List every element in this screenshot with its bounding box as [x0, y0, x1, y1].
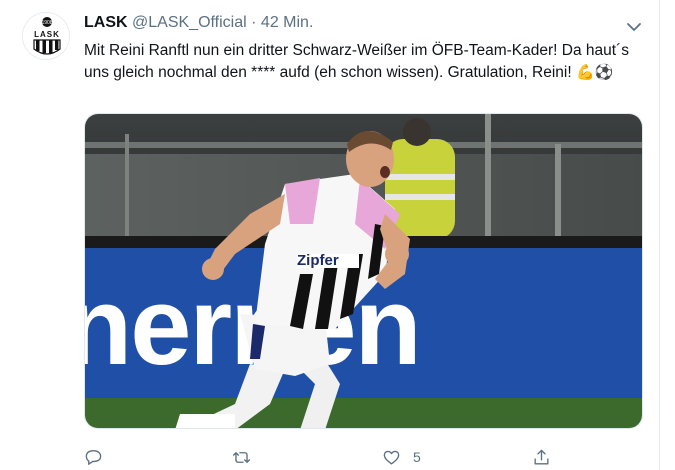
retweet-icon	[232, 451, 251, 463]
tweet-timestamp[interactable]: 42 Min.	[261, 14, 313, 31]
tweet-actions: 5	[84, 446, 554, 468]
author-name[interactable]: LASK	[84, 14, 128, 31]
chevron-down-icon	[627, 23, 641, 31]
svg-text:1908: 1908	[41, 20, 52, 26]
heart-icon	[383, 450, 400, 465]
avatar-logo-text: LASK	[34, 30, 60, 39]
reply-button[interactable]	[84, 446, 103, 468]
author-avatar[interactable]: 1908 LASK	[22, 12, 70, 60]
tweet-emojis: 💪⚽	[575, 63, 614, 81]
shirt-sponsor: Zipfer	[297, 252, 339, 269]
header-separator: ·	[251, 14, 257, 31]
share-icon	[534, 449, 549, 465]
soccer-player-photo: nernen	[85, 114, 642, 428]
tweet-body: Mit Reini Ranftl nun ein dritter Schwarz…	[84, 42, 629, 81]
retweet-button[interactable]	[232, 446, 251, 468]
tweet-card[interactable]: 1908 LASK LASK @LASK_Official · 42 Min. …	[0, 0, 660, 470]
lask-logo: 1908 LASK	[23, 13, 69, 59]
tweet-header: LASK @LASK_Official · 42 Min.	[84, 14, 639, 36]
more-options-button[interactable]	[625, 18, 643, 36]
tweet-photo[interactable]: nernen	[84, 113, 643, 429]
reply-icon	[85, 449, 102, 465]
like-button[interactable]: 5	[382, 446, 421, 468]
share-button[interactable]	[532, 446, 551, 468]
tweet-text: Mit Reini Ranftl nun ein dritter Schwarz…	[84, 40, 639, 83]
author-handle[interactable]: @LASK_Official	[132, 14, 247, 31]
like-count: 5	[413, 449, 421, 465]
